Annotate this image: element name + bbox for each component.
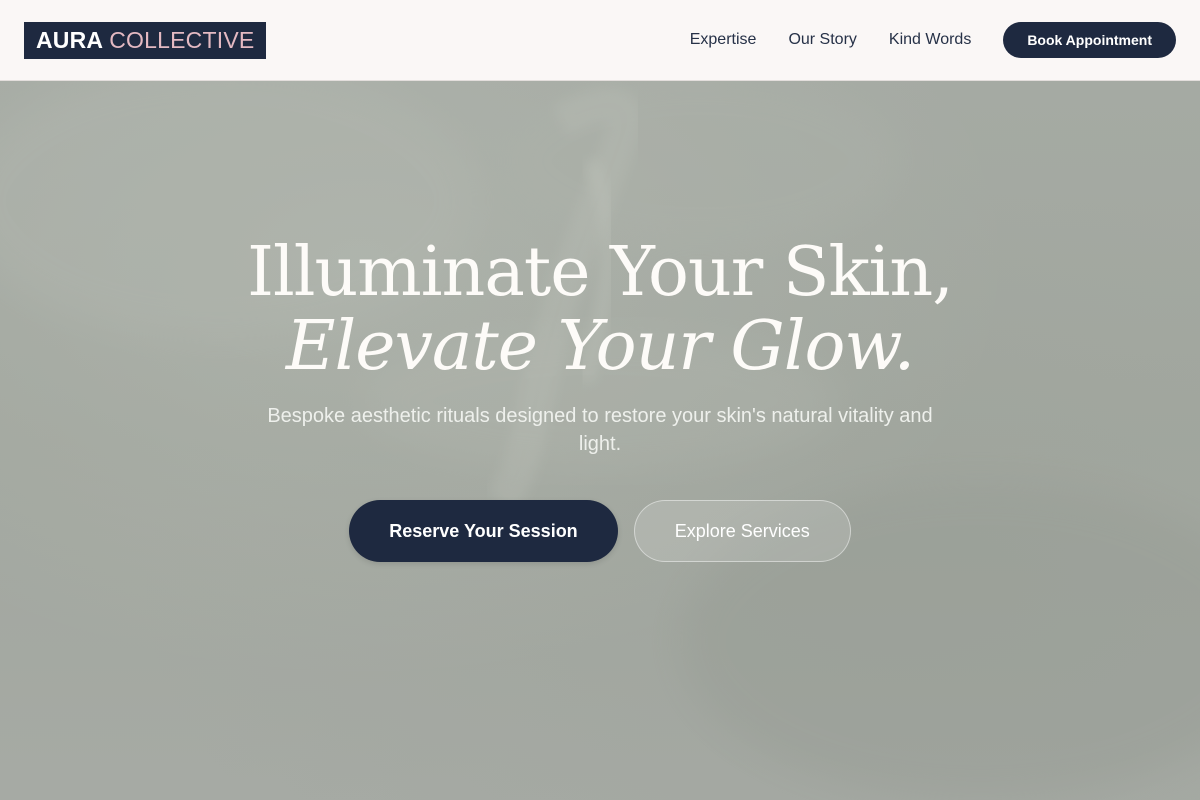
hero-headline-line-2: Elevate Your Glow. [285,307,915,386]
page: AURA COLLECTIVE Expertise Our Story Kind… [0,0,1200,800]
book-appointment-button[interactable]: Book Appointment [1003,22,1176,58]
hero-subtitle: Bespoke aesthetic rituals designed to re… [267,405,933,455]
brand-logo[interactable]: AURA COLLECTIVE [24,21,267,59]
nav-link-kind-words[interactable]: Kind Words [889,31,971,49]
main-nav: Expertise Our Story Kind Words Book Appo… [690,22,1176,58]
hero-content: Illuminate Your Skin, Elevate Your Glow.… [0,236,1200,562]
site-header: AURA COLLECTIVE Expertise Our Story Kind… [0,0,1200,81]
logo-wordmark-secondary: COLLECTIVE [109,26,255,53]
explore-services-button[interactable]: Explore Services [633,500,851,562]
hero-section: Illuminate Your Skin, Elevate Your Glow.… [0,81,1200,800]
hero-headline: Illuminate Your Skin, Elevate Your Glow. [0,236,1200,384]
nav-link-our-story[interactable]: Our Story [788,31,856,49]
logo-wordmark-primary: AURA [36,26,104,53]
hero-cta-group: Reserve Your Session Explore Services [0,500,1200,562]
nav-link-expertise[interactable]: Expertise [690,31,757,49]
reserve-session-button[interactable]: Reserve Your Session [349,500,618,562]
hero-headline-line-1: Illuminate Your Skin, [247,233,954,312]
